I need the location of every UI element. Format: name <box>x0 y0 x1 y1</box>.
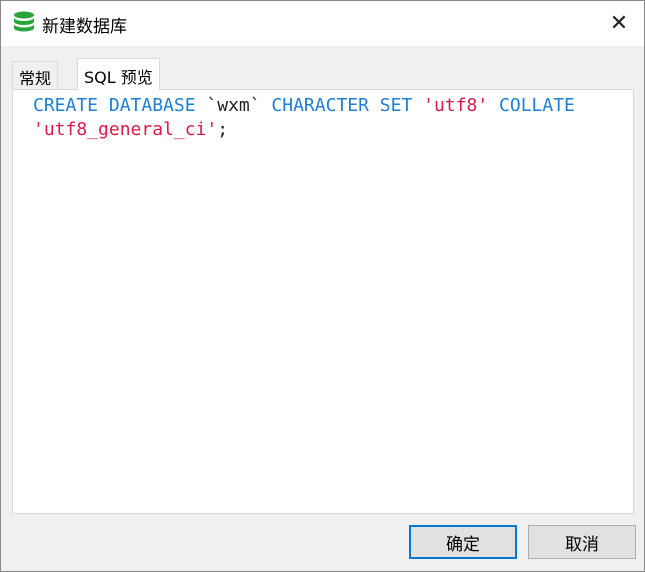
sql-token-string: 'utf8_general_ci' <box>33 119 218 140</box>
sql-token-keyword: CREATE DATABASE <box>33 95 207 116</box>
sql-token-keyword: CHARACTER SET <box>271 95 424 116</box>
sql-token-plain <box>488 95 499 116</box>
tab-general[interactable]: 常规 <box>12 61 59 89</box>
cancel-button[interactable]: 取消 <box>528 525 636 559</box>
tab-sql-preview[interactable]: SQL 预览 <box>77 58 160 90</box>
sql-code: CREATE DATABASE `wxm` CHARACTER SET 'utf… <box>33 94 613 142</box>
sql-preview-panel: CREATE DATABASE `wxm` CHARACTER SET 'utf… <box>12 89 634 514</box>
sql-token-string: 'utf8' <box>423 95 489 116</box>
sql-token-keyword: COLLATE <box>499 95 586 116</box>
close-button[interactable]: ✕ <box>601 7 637 39</box>
database-icon <box>14 11 34 32</box>
window-title: 新建数据库 <box>42 17 127 37</box>
close-icon: ✕ <box>609 10 629 36</box>
ok-button[interactable]: 确定 <box>409 525 517 559</box>
title-bar: 新建数据库 ✕ <box>1 1 644 46</box>
sql-token-plain: ; <box>217 119 229 140</box>
sql-token-identifier: `wxm` <box>206 95 272 116</box>
